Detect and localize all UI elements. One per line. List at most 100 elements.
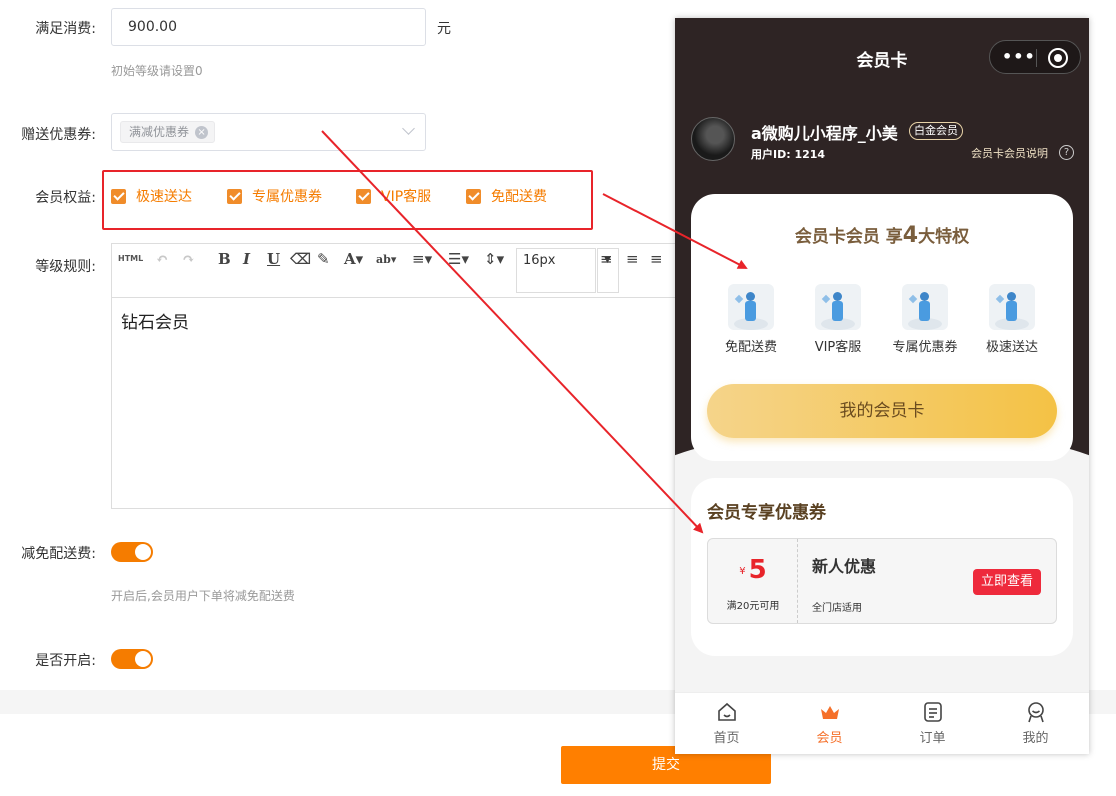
close-icon[interactable]: × xyxy=(195,125,209,139)
tab-member[interactable]: 会员 xyxy=(778,693,881,754)
redo-icon[interactable]: ↷ xyxy=(182,250,195,270)
coupon-left: ¥5 满20元可用 xyxy=(708,539,798,623)
my-card-button[interactable]: 我的会员卡 xyxy=(707,384,1057,438)
checkbox-checked-icon xyxy=(227,188,242,204)
benefit-label: VIP客服 xyxy=(381,189,432,205)
member-explain-link[interactable]: 会员卡会员说明 xyxy=(971,145,1048,161)
order-icon xyxy=(922,701,944,723)
avatar xyxy=(691,117,735,161)
mini-program-capsule: ••• xyxy=(989,40,1081,74)
user-id: 用户ID: 1214 xyxy=(751,148,826,161)
tab-bar: 首页 会员 订单 我的 xyxy=(675,692,1089,754)
coupon-tag-label: 满减优惠券 xyxy=(129,125,190,139)
person-icon xyxy=(989,284,1035,330)
profile-icon xyxy=(1025,701,1047,723)
person-icon xyxy=(815,284,861,330)
undo-icon[interactable]: ↶ xyxy=(156,250,169,270)
perk-exclusive-coupon[interactable]: 专属优惠券 xyxy=(885,284,965,355)
benefit-checkbox-free-delivery[interactable]: 免配送费 xyxy=(466,186,547,206)
ordered-list-icon[interactable]: ≡▾ xyxy=(412,250,432,270)
perk-express[interactable]: 极速送达 xyxy=(972,284,1052,355)
spend-hint: 初始等级请设置0 xyxy=(111,64,203,78)
perk-label: VIP客服 xyxy=(814,340,862,355)
align-right-icon[interactable]: ≡ xyxy=(650,250,663,270)
rich-text-editor: HTML ↶ ↷ B I U ⌫ ✎ A▾ ab▾ ≡▾ ☰▾ ⇕▾ 16px … xyxy=(111,243,691,509)
perk-free-delivery[interactable]: 免配送费 xyxy=(711,284,791,355)
format-brush-icon[interactable]: ✎ xyxy=(317,250,330,270)
coupon-currency: ¥ xyxy=(739,566,746,577)
home-icon xyxy=(716,701,738,723)
checkbox-checked-icon xyxy=(111,188,126,204)
coupon-amount-value: 5 xyxy=(748,555,767,585)
tab-orders[interactable]: 订单 xyxy=(881,693,984,754)
spend-unit: 元 xyxy=(437,21,451,37)
rules-label: 等级规则: xyxy=(35,259,96,275)
perks-card: 会员卡会员 享4大特权 免配送费 VIP客服 专属优惠券 极速送达 我的会员卡 xyxy=(691,194,1073,461)
person-icon xyxy=(728,284,774,330)
member-level-badge: 白金会员 xyxy=(909,122,963,140)
tab-home[interactable]: 首页 xyxy=(675,693,778,754)
coupon-select[interactable]: 满减优惠券 × xyxy=(111,113,426,151)
underline-icon[interactable]: U xyxy=(267,250,280,270)
benefit-checkbox-express[interactable]: 极速送达 xyxy=(111,186,192,206)
coupon-name: 新人优惠 xyxy=(812,557,877,576)
close-target-icon[interactable] xyxy=(1048,48,1068,68)
question-icon[interactable]: ? xyxy=(1059,145,1074,160)
tab-label: 我的 xyxy=(1022,731,1049,746)
coupon-tag: 满减优惠券 × xyxy=(120,121,216,143)
benefit-checkbox-coupon[interactable]: 专属优惠券 xyxy=(227,186,322,206)
editor-content[interactable]: 钻石会员 xyxy=(121,308,189,333)
benefit-label: 专属优惠券 xyxy=(252,189,322,205)
crown-icon xyxy=(819,701,841,723)
perk-label: 专属优惠券 xyxy=(892,340,958,355)
perks-title: 会员卡会员 享4大特权 xyxy=(691,222,1073,248)
coupon-amount: ¥5 xyxy=(708,555,798,585)
person-icon xyxy=(902,284,948,330)
benefits-label: 会员权益: xyxy=(35,190,96,206)
line-height-icon[interactable]: ⇕▾ xyxy=(484,250,504,270)
phone-preview: 会员卡 ••• a微购儿小程序_小美 白金会员 用户ID: 1214 会员卡会员… xyxy=(675,18,1089,754)
eraser-icon[interactable]: ⌫ xyxy=(290,250,311,270)
tab-label: 首页 xyxy=(713,731,740,746)
capsule-divider xyxy=(1036,49,1037,67)
delivery-toggle[interactable] xyxy=(111,542,153,562)
italic-icon[interactable]: I xyxy=(243,250,250,270)
align-center-icon[interactable]: ≡ xyxy=(626,250,639,270)
benefit-label: 免配送费 xyxy=(491,189,547,205)
font-size-select[interactable]: 16px xyxy=(516,248,596,293)
html-button[interactable]: HTML xyxy=(118,254,143,274)
checkbox-checked-icon xyxy=(356,188,371,204)
perks-title-suffix: 大特权 xyxy=(918,227,970,247)
font-color-icon[interactable]: A▾ xyxy=(344,250,363,270)
delivery-hint: 开启后,会员用户下单将减免配送费 xyxy=(111,589,295,603)
tab-profile[interactable]: 我的 xyxy=(984,693,1087,754)
coupon-ticket[interactable]: ¥5 满20元可用 新人优惠 全门店适用 立即查看 xyxy=(707,538,1057,624)
coupon-label: 赠送优惠券: xyxy=(21,127,96,143)
perk-label: 极速送达 xyxy=(985,340,1038,355)
coupons-title: 会员专享优惠券 xyxy=(707,503,826,523)
user-name: a微购儿小程序_小美 xyxy=(751,124,898,143)
perk-label: 免配送费 xyxy=(724,340,777,355)
tab-label: 会员 xyxy=(816,731,843,746)
checkbox-checked-icon xyxy=(466,188,481,204)
editor-toolbar: HTML ↶ ↷ B I U ⌫ ✎ A▾ ab▾ ≡▾ ☰▾ ⇕▾ 16px … xyxy=(112,244,690,298)
coupons-card: 会员专享优惠券 ¥5 满20元可用 新人优惠 全门店适用 立即查看 xyxy=(691,478,1073,656)
benefit-label: 极速送达 xyxy=(136,189,192,205)
coupon-scope: 全门店适用 xyxy=(812,603,862,614)
enabled-toggle[interactable] xyxy=(111,649,153,669)
perks-title-count: 4 xyxy=(902,223,919,248)
more-icon[interactable]: ••• xyxy=(1002,47,1036,66)
view-coupon-button[interactable]: 立即查看 xyxy=(973,569,1041,595)
bold-icon[interactable]: B xyxy=(218,250,231,270)
coupon-condition: 满20元可用 xyxy=(726,601,780,612)
perk-vip-service[interactable]: VIP客服 xyxy=(798,284,878,355)
tab-label: 订单 xyxy=(919,731,946,746)
font-size-value: 16px xyxy=(523,253,556,268)
unordered-list-icon[interactable]: ☰▾ xyxy=(448,250,469,270)
benefit-checkbox-vip[interactable]: VIP客服 xyxy=(356,186,431,206)
spend-input[interactable]: 900.00 xyxy=(111,8,426,46)
highlight-icon[interactable]: ab▾ xyxy=(376,253,396,273)
chevron-down-icon xyxy=(402,122,415,135)
spend-input-value: 900.00 xyxy=(128,19,177,35)
align-left-icon[interactable]: ≡ xyxy=(600,250,613,270)
